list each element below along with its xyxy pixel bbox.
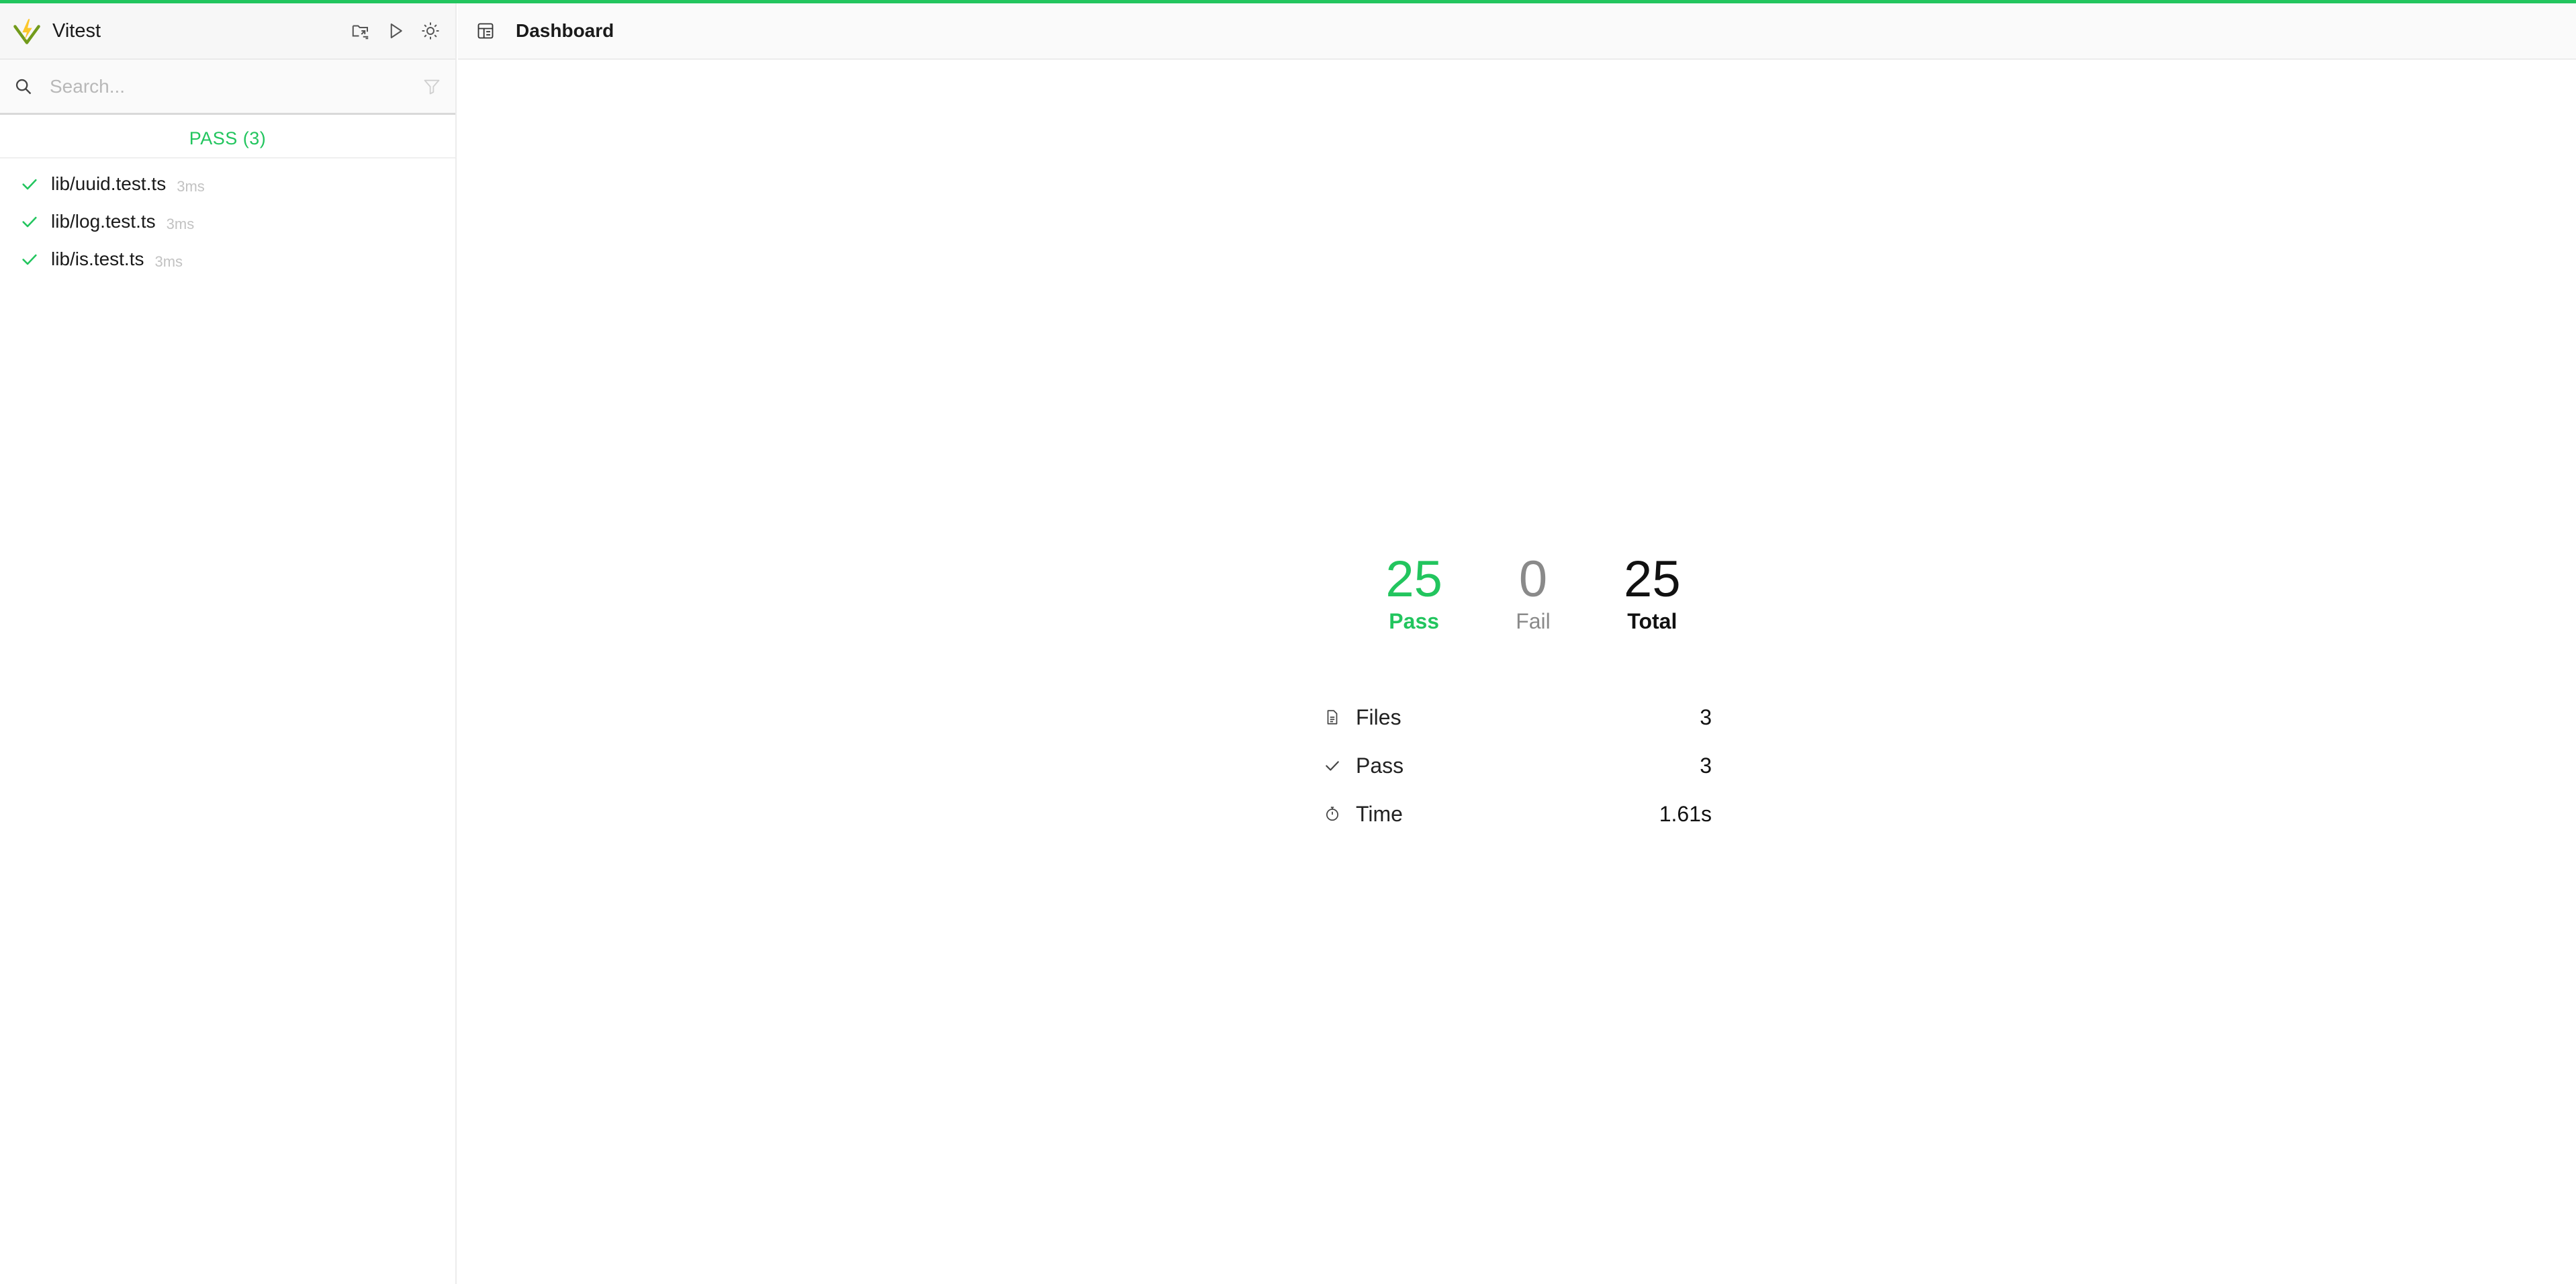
timer-icon <box>1322 804 1342 824</box>
file-duration: 3ms <box>166 216 195 232</box>
summary-value: 3 <box>1700 704 1712 729</box>
summary-label: Files <box>1356 704 1401 729</box>
total-label: Total <box>1627 609 1677 633</box>
file-name: lib/log.test.ts <box>51 211 156 232</box>
sidebar: Vitest PASS (3) <box>0 3 457 1284</box>
check-icon <box>20 174 40 194</box>
fail-count: 0 <box>1518 551 1548 608</box>
file-duration: 3ms <box>154 253 183 270</box>
total-counter: 25 Total <box>1593 554 1712 634</box>
show-in-explorer-icon[interactable] <box>348 18 373 44</box>
test-counters: 25 Pass 0 Fail 25 Total <box>1354 554 1712 634</box>
summary-row-pass: Pass 3 <box>1322 741 1712 790</box>
theme-toggle-icon[interactable] <box>418 18 443 44</box>
summary-value: 1.61s <box>1659 801 1712 826</box>
fail-label: Fail <box>1516 609 1551 633</box>
check-icon <box>20 212 40 232</box>
summary-row-time: Time 1.61s <box>1322 790 1712 838</box>
file-list: lib/uuid.test.ts 3ms lib/log.test.ts 3ms… <box>0 158 455 278</box>
vitest-logo-icon <box>12 16 42 46</box>
file-name: lib/uuid.test.ts <box>51 173 167 194</box>
run-icon[interactable] <box>383 18 408 44</box>
header-actions <box>348 18 443 44</box>
pass-label: Pass <box>1389 609 1440 633</box>
summary-label: Pass <box>1356 753 1404 778</box>
main-header: Dashboard <box>458 3 2576 60</box>
search-bar <box>0 60 455 115</box>
summary-table: Files 3 Pass 3 Time 1.61s <box>1322 693 1712 838</box>
progress-bar <box>0 0 2576 3</box>
file-duration: 3ms <box>177 178 205 195</box>
list-item[interactable]: lib/uuid.test.ts 3ms <box>0 165 455 203</box>
pass-count: 25 <box>1385 551 1442 608</box>
list-item[interactable]: lib/log.test.ts 3ms <box>0 203 455 240</box>
page-title: Dashboard <box>516 20 614 41</box>
app-title: Vitest <box>52 19 101 42</box>
filter-icon[interactable] <box>420 75 443 98</box>
sidebar-header: Vitest <box>0 3 455 60</box>
summary-value: 3 <box>1700 753 1712 778</box>
summary-label: Time <box>1356 801 1403 826</box>
check-icon <box>20 249 40 269</box>
dashboard-icon <box>474 19 497 42</box>
fail-counter: 0 Fail <box>1473 554 1592 634</box>
total-count: 25 <box>1624 551 1681 608</box>
pass-counter: 25 Pass <box>1354 554 1473 634</box>
search-input[interactable] <box>50 75 420 97</box>
group-title-pass: PASS (3) <box>0 115 455 158</box>
check-icon <box>1322 755 1342 776</box>
list-item[interactable]: lib/is.test.ts 3ms <box>0 240 455 278</box>
summary-row-files: Files 3 <box>1322 693 1712 741</box>
main-panel: Dashboard 25 Pass 0 Fail 25 Total Files <box>458 3 2576 1284</box>
dashboard-stats: 25 Pass 0 Fail 25 Total Files 3 Pass 3 T… <box>1322 554 1712 838</box>
file-name: lib/is.test.ts <box>51 248 144 269</box>
file-icon <box>1322 707 1342 727</box>
search-icon <box>12 75 35 98</box>
